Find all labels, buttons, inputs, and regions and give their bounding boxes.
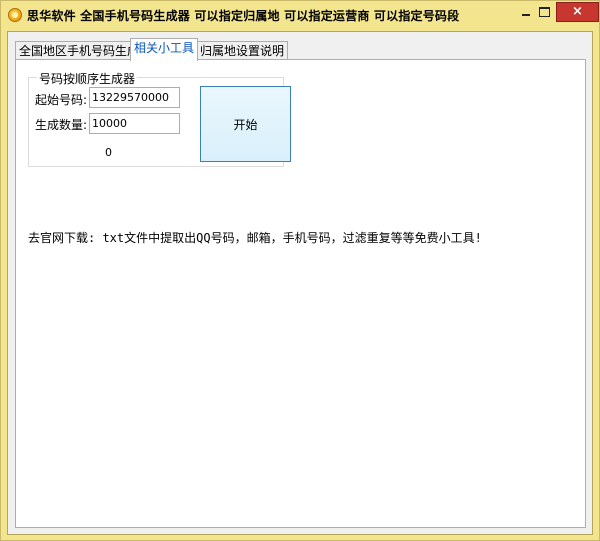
start-number-label: 起始号码: bbox=[35, 93, 88, 107]
count-input[interactable] bbox=[89, 113, 180, 134]
sequential-generator-group: 号码按顺序生成器 起始号码: 生成数量: 0 开始 bbox=[28, 70, 291, 167]
maximize-button[interactable] bbox=[531, 2, 557, 22]
app-window: 思华软件 全国手机号码生成器 可以指定归属地 可以指定运营商 可以指定号码段 ×… bbox=[0, 0, 600, 541]
minimize-icon bbox=[522, 14, 530, 16]
download-notice: 去官网下载: txt文件中提取出QQ号码，邮箱，手机号码，过滤重复等等免费小工具… bbox=[28, 231, 482, 245]
tab-related-tools[interactable]: 相关小工具 bbox=[130, 38, 199, 61]
group-title: 号码按顺序生成器 bbox=[37, 70, 138, 87]
related-tools-panel: 号码按顺序生成器 起始号码: 生成数量: 0 开始 去官网下载: txt文件中提… bbox=[15, 59, 586, 528]
start-button[interactable]: 开始 bbox=[200, 86, 291, 162]
maximize-icon bbox=[539, 7, 550, 17]
count-label: 生成数量: bbox=[35, 118, 88, 132]
start-number-input[interactable] bbox=[89, 87, 180, 108]
progress-counter: 0 bbox=[105, 146, 112, 159]
close-icon: × bbox=[572, 4, 583, 19]
app-logo-icon bbox=[8, 8, 22, 22]
window-title: 思华软件 全国手机号码生成器 可以指定归属地 可以指定运营商 可以指定号码段 bbox=[27, 9, 460, 23]
tab-location-help[interactable]: 归属地设置说明 bbox=[196, 41, 289, 60]
title-bar[interactable]: 思华软件 全国手机号码生成器 可以指定归属地 可以指定运营商 可以指定号码段 × bbox=[1, 1, 599, 29]
close-button[interactable]: × bbox=[556, 2, 599, 22]
tab-national-generator[interactable]: 全国地区手机号码生成 bbox=[15, 41, 144, 60]
client-area: 全国地区手机号码生成 相关小工具 归属地设置说明 号码按顺序生成器 起始号码: … bbox=[7, 31, 593, 535]
